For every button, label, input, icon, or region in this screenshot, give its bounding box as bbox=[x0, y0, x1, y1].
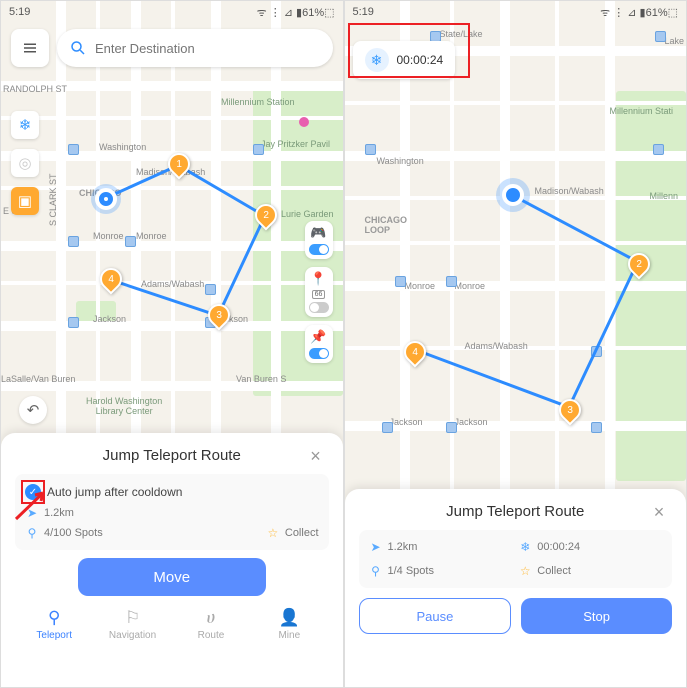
menu-button[interactable] bbox=[11, 29, 49, 67]
nav-mine[interactable]: 👤Mine bbox=[250, 608, 328, 641]
auto-jump-label: Auto jump after cooldown bbox=[47, 485, 182, 499]
left-screenshot: RANDOLPH ST Washington E ST Madison/Waba… bbox=[0, 0, 344, 688]
auto-jump-checkbox[interactable]: ✓ bbox=[25, 484, 41, 500]
waypoint-4[interactable]: 4 bbox=[95, 263, 126, 294]
status-bar: 5:19ᯤ ⋮ ⊿ ▮61%⬚ bbox=[1, 1, 343, 23]
cooldown-value: 00:00:24 bbox=[537, 541, 580, 553]
cooldown-timer[interactable]: ❄ 00:00:24 bbox=[353, 41, 456, 79]
close-icon[interactable]: × bbox=[305, 445, 327, 467]
collect-button[interactable]: Collect bbox=[285, 527, 319, 539]
nav-teleport[interactable]: ⚲Teleport bbox=[15, 608, 93, 641]
joystick-tool[interactable]: 🎮 bbox=[305, 221, 333, 259]
search-bar[interactable] bbox=[57, 29, 333, 67]
sheet-title: Jump Teleport Route bbox=[103, 447, 241, 464]
collect-button[interactable]: Collect bbox=[537, 565, 571, 577]
sheet-title: Jump Teleport Route bbox=[446, 503, 584, 520]
collect-tool[interactable]: 📌 bbox=[305, 325, 333, 363]
bottom-sheet: Jump Teleport Route × ✓ Auto jump after … bbox=[1, 433, 343, 687]
current-location bbox=[502, 184, 524, 206]
right-screenshot: State/Lake Lake Washington Madison/Wabas… bbox=[344, 0, 687, 688]
move-button[interactable]: Move bbox=[78, 558, 266, 596]
spots-value: 1/4 Spots bbox=[388, 565, 434, 577]
distance-value: 1.2km bbox=[388, 541, 418, 553]
nav-route[interactable]: ሀRoute bbox=[172, 608, 250, 641]
distance-value: 1.2km bbox=[44, 507, 74, 519]
bottom-sheet: Jump Teleport Route × ➤1.2km ❄00:00:24 ⚲… bbox=[345, 489, 687, 687]
stop-button[interactable]: Stop bbox=[521, 598, 672, 634]
folder-tool[interactable]: ▣ bbox=[11, 187, 39, 215]
bottom-nav: ⚲Teleport ⚐Navigation ሀRoute 👤Mine bbox=[15, 602, 329, 641]
locate-tool[interactable]: ◎ bbox=[11, 149, 39, 177]
search-input[interactable] bbox=[95, 41, 321, 56]
snowflake-icon: ❄ bbox=[365, 48, 389, 72]
timer-value: 00:00:24 bbox=[397, 53, 444, 67]
spots-value: 4/100 Spots bbox=[44, 527, 103, 539]
cooldown-tool[interactable]: ❄ bbox=[11, 111, 39, 139]
poi-tool[interactable]: 📍 66 bbox=[305, 267, 333, 317]
status-bar: 5:19ᯤ ⋮ ⊿ ▮61%⬚ bbox=[345, 1, 687, 23]
nav-navigation[interactable]: ⚐Navigation bbox=[93, 608, 171, 641]
close-icon[interactable]: × bbox=[648, 501, 670, 523]
undo-button[interactable]: ↶ bbox=[19, 396, 47, 424]
pause-button[interactable]: Pause bbox=[359, 598, 512, 634]
current-location bbox=[95, 188, 117, 210]
